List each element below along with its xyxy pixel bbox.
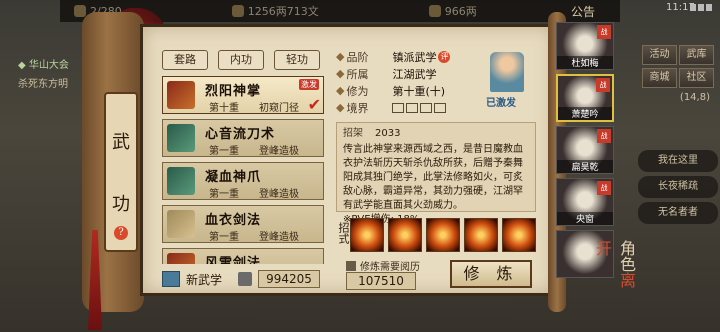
- battle-tag: 战: [596, 78, 610, 92]
- book-icon: [167, 81, 195, 109]
- rank-key: 品阶: [346, 50, 369, 64]
- rank-pill: 评: [438, 50, 451, 63]
- cultivate-need: 修炼需要阅历: [346, 258, 420, 273]
- move-icon[interactable]: [502, 218, 536, 252]
- check-icon: ✔: [307, 95, 321, 114]
- character-slot[interactable]: 战萧楚吟: [556, 74, 614, 122]
- cultivate-button[interactable]: 修 炼: [450, 260, 532, 288]
- money-value: 1256两713文: [247, 5, 319, 18]
- book-icon: [346, 260, 356, 271]
- desc-text: 传言此神掌来源西域之西，是昔日魔教血衣护法斩历天斩杀仇敌所获，后赠予秦舞阳成其独…: [343, 144, 523, 211]
- move-icon[interactable]: [388, 218, 422, 252]
- realm-boxes: [392, 102, 447, 113]
- activated-badge: 激发: [299, 79, 319, 90]
- new-skill-label[interactable]: 新武学: [186, 271, 222, 288]
- character-slot[interactable]: 战扁昊乾: [556, 126, 614, 174]
- skill-name: 血衣剑法: [205, 213, 262, 228]
- announce-button[interactable]: 公告: [571, 3, 595, 20]
- move-icon[interactable]: [464, 218, 498, 252]
- menu-btn-shop[interactable]: 商城: [642, 68, 677, 88]
- title-char-top: 武: [112, 132, 130, 153]
- parry-value: 2033: [375, 128, 401, 139]
- skill-tabs: 套路 内功 轻功: [162, 50, 320, 70]
- experience-value: 994205: [258, 270, 321, 288]
- character-name: 杜如梅: [557, 56, 613, 69]
- cultivate-need-value: 107510: [346, 272, 416, 290]
- character-name: 央窗: [557, 212, 613, 225]
- book-icon: [167, 167, 195, 195]
- skill-description: 招架 2033 传言此神掌来源西域之西，是昔日魔教血衣护法斩历天斩杀仇敌所获，后赠…: [336, 122, 536, 225]
- character-slot[interactable]: 战杜如梅: [556, 22, 614, 70]
- cultivate-key: 修为: [346, 84, 369, 98]
- new-skill-icon[interactable]: [162, 271, 180, 287]
- menu-btn-armory[interactable]: 武库: [679, 45, 714, 65]
- skill-level: 第一重: [209, 232, 239, 243]
- skill-name: 风雷剑法: [205, 256, 262, 264]
- activated-label: 已激发: [486, 98, 516, 109]
- book-icon: [167, 124, 195, 152]
- money-icon: [231, 5, 244, 17]
- cultivate-value: 第十重(十): [392, 84, 446, 98]
- rank-value: 镇派武学: [392, 50, 437, 64]
- character-name: 扁昊乾: [557, 160, 613, 173]
- title-char-bottom: 功: [112, 194, 130, 215]
- book-icon: [167, 210, 195, 238]
- skill-item[interactable]: 凝血神爪 第一重 登峰造极: [162, 162, 324, 200]
- skill-name: 凝血神爪: [205, 170, 262, 185]
- tab-routine[interactable]: 套路: [162, 50, 208, 70]
- skill-progress: 登峰造极: [259, 146, 299, 157]
- moves-label: 招式: [337, 222, 350, 244]
- tab-inner[interactable]: 内功: [218, 50, 264, 70]
- skill-level: 第一重: [209, 189, 239, 200]
- scroll-title: 武 功 ?: [104, 92, 138, 252]
- cultivate-need-label: 修炼需要阅历: [360, 262, 420, 273]
- skill-list: 烈阳神掌 第十重 初窥门径 激发 ✔ 心音流刀术 第一重 登峰造极 凝血神爪 第…: [162, 76, 324, 264]
- skill-name: 烈阳神掌: [205, 84, 262, 99]
- skill-item[interactable]: 心音流刀术 第一重 登峰造极: [162, 119, 324, 157]
- skill-name: 心音流刀术: [205, 127, 276, 142]
- book-icon: [167, 253, 195, 264]
- skill-level: 第一重: [209, 146, 239, 157]
- stat-icon: [74, 5, 86, 17]
- experience-icon: [238, 272, 253, 286]
- move-icon[interactable]: [426, 218, 460, 252]
- master-figure: [490, 52, 524, 92]
- battle-tag: 战: [597, 25, 611, 39]
- skill-level: 第十重: [209, 103, 239, 114]
- skill-progress: 登峰造极: [259, 232, 299, 243]
- side-list-item[interactable]: 长夜稀疏: [638, 176, 718, 198]
- role-main: 角色: [617, 240, 636, 272]
- battle-tag: 战: [597, 181, 611, 195]
- character-slot[interactable]: 战央窗: [556, 178, 614, 226]
- status-icons: [690, 4, 716, 12]
- tab-light[interactable]: 轻功: [274, 50, 320, 70]
- gold-icon: [428, 5, 441, 17]
- skill-item[interactable]: 风雷剑法: [162, 248, 324, 264]
- belong-key: 所属: [346, 67, 369, 81]
- right-menu: 活动 武库 商城 社区 (14,8): [640, 42, 716, 103]
- belong-value: 江湖武学: [392, 67, 437, 81]
- skill-progress: 登峰造极: [259, 189, 299, 200]
- battle-tag: 战: [597, 129, 611, 143]
- skill-progress: 初窥门径: [259, 103, 299, 114]
- role-button[interactable]: 角色离开: [593, 240, 638, 300]
- skill-item[interactable]: 血衣剑法 第一重 登峰造极: [162, 205, 324, 243]
- coord-readout: (14,8): [679, 92, 710, 103]
- side-chat-list: 我在这里 长夜稀疏 无名者者: [638, 150, 718, 228]
- menu-btn-community[interactable]: 社区: [679, 68, 714, 88]
- moves-row: [350, 218, 536, 252]
- character-name: 萧楚吟: [558, 107, 612, 120]
- side-list-item[interactable]: 无名者者: [638, 202, 718, 224]
- skill-info: ◆ 品阶 镇派武学评 ◆ 所属 江湖武学 ◆ 修为 第十重(十) ◆ 境界: [336, 50, 451, 115]
- skill-item[interactable]: 烈阳神掌 第十重 初窥门径 激发 ✔: [162, 76, 324, 114]
- menu-btn-activity[interactable]: 活动: [642, 45, 677, 65]
- help-icon[interactable]: ?: [114, 226, 128, 240]
- new-skill-bar: 新武学 994205: [162, 270, 321, 288]
- parry-key: 招架: [343, 128, 363, 139]
- gold-value: 966两: [444, 5, 477, 18]
- realm-key: 境界: [346, 101, 369, 115]
- move-icon[interactable]: [350, 218, 384, 252]
- side-list-item[interactable]: 我在这里: [638, 150, 718, 172]
- character-column: 战杜如梅 战萧楚吟 战扁昊乾 战央窗: [556, 22, 614, 322]
